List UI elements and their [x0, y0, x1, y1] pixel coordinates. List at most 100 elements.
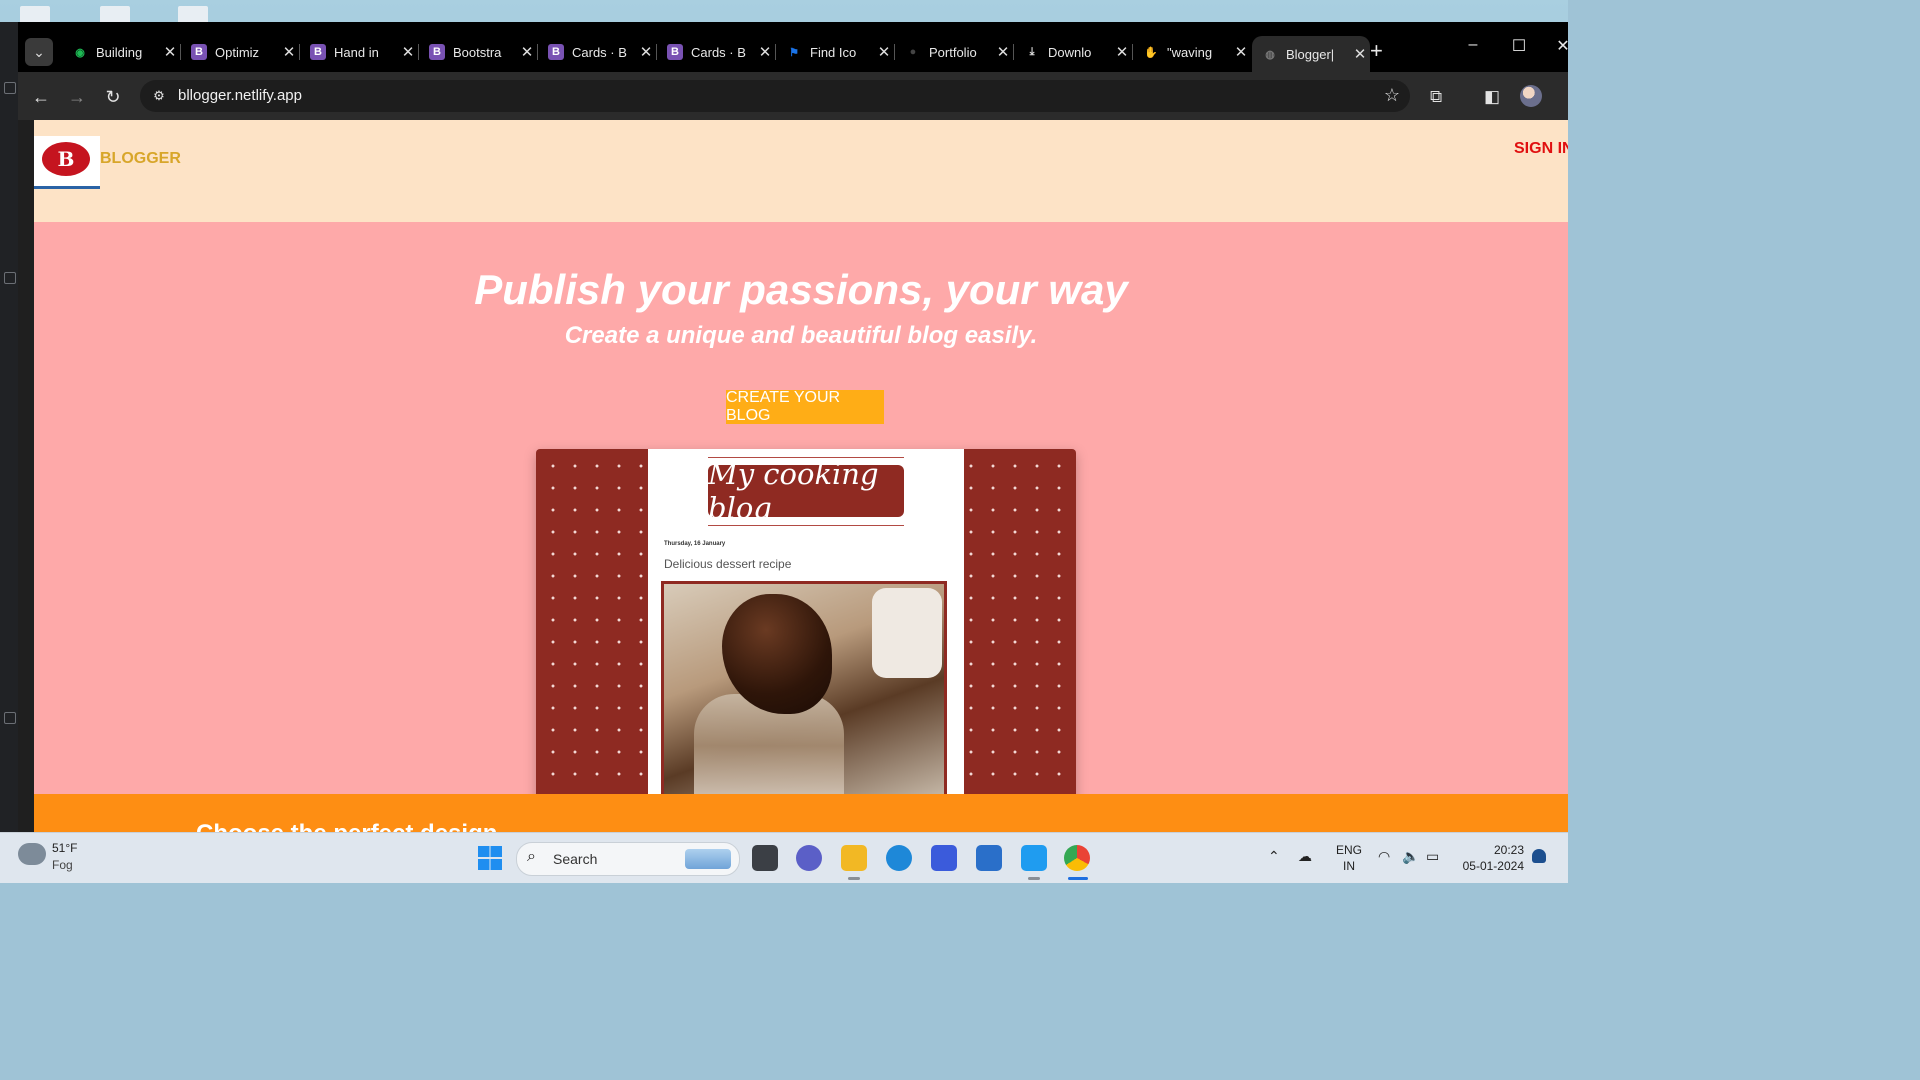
mug-shape: [872, 588, 942, 678]
tab-title: Portfolio: [929, 44, 977, 60]
chrome-icon[interactable]: [1064, 845, 1090, 871]
minimize-button[interactable]: –: [1458, 36, 1488, 54]
extensions-icon[interactable]: ⧉: [1430, 87, 1442, 107]
globe-icon: ◍: [1265, 48, 1275, 61]
emoji-icon: ✋: [1144, 46, 1158, 59]
tab-title: Optimiz: [215, 44, 260, 60]
tab-title: Hand in: [334, 44, 379, 60]
close-tab-icon[interactable]: ✕: [1112, 43, 1132, 61]
divider: [708, 525, 904, 526]
reload-button[interactable]: ↻: [100, 84, 126, 110]
dessert-photo: [661, 581, 947, 809]
clock-date: 05-01-2024: [1462, 859, 1524, 873]
chevron-up-icon[interactable]: ⌃: [1268, 848, 1280, 865]
browser-tab[interactable]: ◉ Building ✕: [62, 36, 181, 68]
back-button[interactable]: ←: [28, 84, 54, 110]
search-label: Search: [553, 851, 598, 867]
close-tab-icon[interactable]: ✕: [874, 43, 894, 61]
hero-section: Publish your passions, your way Create a…: [34, 222, 1568, 809]
browser-tab[interactable]: ⚑ Find Ico ✕: [776, 36, 895, 68]
close-tab-icon[interactable]: ✕: [1231, 43, 1251, 61]
vscode-icon[interactable]: [1021, 845, 1047, 871]
close-tab-icon[interactable]: ✕: [993, 43, 1013, 61]
create-blog-button[interactable]: CREATE YOUR BLOG: [726, 389, 884, 424]
volume-icon[interactable]: 🔈: [1402, 848, 1419, 865]
close-tab-icon[interactable]: ✕: [279, 43, 299, 61]
tab-strip: ⌄ ◉ Building ✕ B Optimiz ✕ B Hand in ✕ B Bootstra ✕…: [18, 22, 1568, 72]
close-tab-icon[interactable]: ✕: [160, 43, 180, 61]
bootstrap-icon: B: [548, 44, 564, 60]
clock[interactable]: 20:23 05-01-2024: [1460, 842, 1524, 874]
chat-icon[interactable]: [796, 845, 822, 871]
search-highlight-icon: [685, 849, 731, 869]
close-tab-icon[interactable]: ✕: [517, 43, 537, 61]
tab-title: Bootstra: [453, 44, 502, 60]
browser-tab[interactable]: B Bootstra ✕: [419, 36, 538, 68]
edge-icon[interactable]: [886, 845, 912, 871]
new-tab-button[interactable]: +: [1370, 40, 1383, 62]
design-section-title: Choose the perfect design: [196, 820, 497, 832]
task-view-icon[interactable]: [752, 845, 778, 871]
notification-bell-icon[interactable]: [1532, 849, 1546, 863]
tab-title: Cards · B: [691, 44, 746, 60]
design-section: Choose the perfect design: [34, 794, 1568, 832]
github-icon: ●: [909, 46, 917, 58]
battery-icon[interactable]: ▭: [1426, 848, 1439, 865]
store-icon[interactable]: [976, 845, 1002, 871]
wifi-icon[interactable]: ◠: [1378, 848, 1390, 865]
tab-title: "waving: [1167, 44, 1213, 60]
tab-title: Downlo: [1048, 44, 1092, 60]
site-logo[interactable]: B: [34, 136, 100, 189]
browser-tab[interactable]: B Cards · B ✕: [657, 36, 776, 68]
close-tab-icon[interactable]: ✕: [755, 43, 775, 61]
maximize-button[interactable]: ☐: [1504, 36, 1534, 56]
browser-window: ⌄ ◉ Building ✕ B Optimiz ✕ B Hand in ✕ B Bootstra ✕…: [18, 22, 1568, 832]
cloud-offline-icon[interactable]: ☁: [1298, 848, 1312, 865]
url-text[interactable]: bllogger.netlify.app: [178, 87, 302, 104]
clock-time: 20:23: [1493, 843, 1524, 857]
sign-in-link[interactable]: SIGN IN: [1514, 140, 1568, 158]
running-indicator: [848, 877, 860, 880]
close-tab-icon[interactable]: ✕: [636, 43, 656, 61]
browser-tab[interactable]: B Optimiz ✕: [181, 36, 300, 68]
browser-toolbar: ← → ↻ ⚙ bllogger.netlify.app ☆ ⧉ ◧: [18, 72, 1568, 120]
profile-avatar[interactable]: [1520, 85, 1542, 107]
address-bar[interactable]: ⚙ bllogger.netlify.app ☆: [140, 80, 1410, 112]
weather-temp[interactable]: 51°F: [52, 841, 77, 855]
language-indicator[interactable]: ENG IN: [1336, 842, 1362, 874]
browser-tab[interactable]: B Cards · B ✕: [538, 36, 657, 68]
app-icon[interactable]: [931, 845, 957, 871]
browser-tab[interactable]: ⤓ Downlo ✕: [1014, 36, 1133, 68]
site-info-icon[interactable]: ⚙: [150, 87, 168, 105]
close-window-button[interactable]: ✕: [1548, 36, 1568, 56]
active-indicator: [1068, 877, 1088, 880]
browser-tab[interactable]: B Hand in ✕: [300, 36, 419, 68]
download-icon: ⤓: [1029, 45, 1035, 58]
close-tab-icon[interactable]: ✕: [398, 43, 418, 61]
bookmark-star-icon[interactable]: ☆: [1384, 85, 1400, 106]
hero-title: Publish your passions, your way: [474, 266, 1128, 313]
background-window-edge: [0, 22, 18, 832]
forward-button[interactable]: →: [64, 84, 90, 110]
window-glyph-icon: [4, 82, 16, 94]
browser-tab[interactable]: ◍ Blogger| ✕: [1252, 36, 1370, 72]
flag-icon: ⚑: [789, 46, 799, 59]
taskbar-search[interactable]: ⌕ Search: [516, 842, 740, 876]
preview-blog-title: My cooking blog: [708, 457, 904, 525]
tab-title: Blogger|: [1286, 46, 1335, 62]
brand-name[interactable]: BLOGGER: [100, 150, 181, 168]
browser-tab[interactable]: ● Portfolio ✕: [895, 36, 1014, 68]
side-panel-icon[interactable]: ◧: [1484, 87, 1500, 107]
weather-icon[interactable]: [18, 843, 46, 865]
gear-icon: ◉: [75, 46, 85, 59]
weather-desc[interactable]: Fog: [52, 858, 73, 872]
bootstrap-icon: B: [191, 44, 207, 60]
close-tab-icon[interactable]: ✕: [1350, 45, 1370, 63]
browser-tab[interactable]: ✋ "waving ✕: [1133, 36, 1251, 68]
web-page: B BLOGGER SIGN IN Publish your passions,…: [34, 120, 1568, 832]
tab-search-button[interactable]: ⌄: [25, 38, 53, 66]
file-explorer-icon[interactable]: [841, 845, 867, 871]
running-indicator: [1028, 877, 1040, 880]
start-button[interactable]: [478, 846, 502, 870]
region-code: IN: [1343, 859, 1355, 873]
